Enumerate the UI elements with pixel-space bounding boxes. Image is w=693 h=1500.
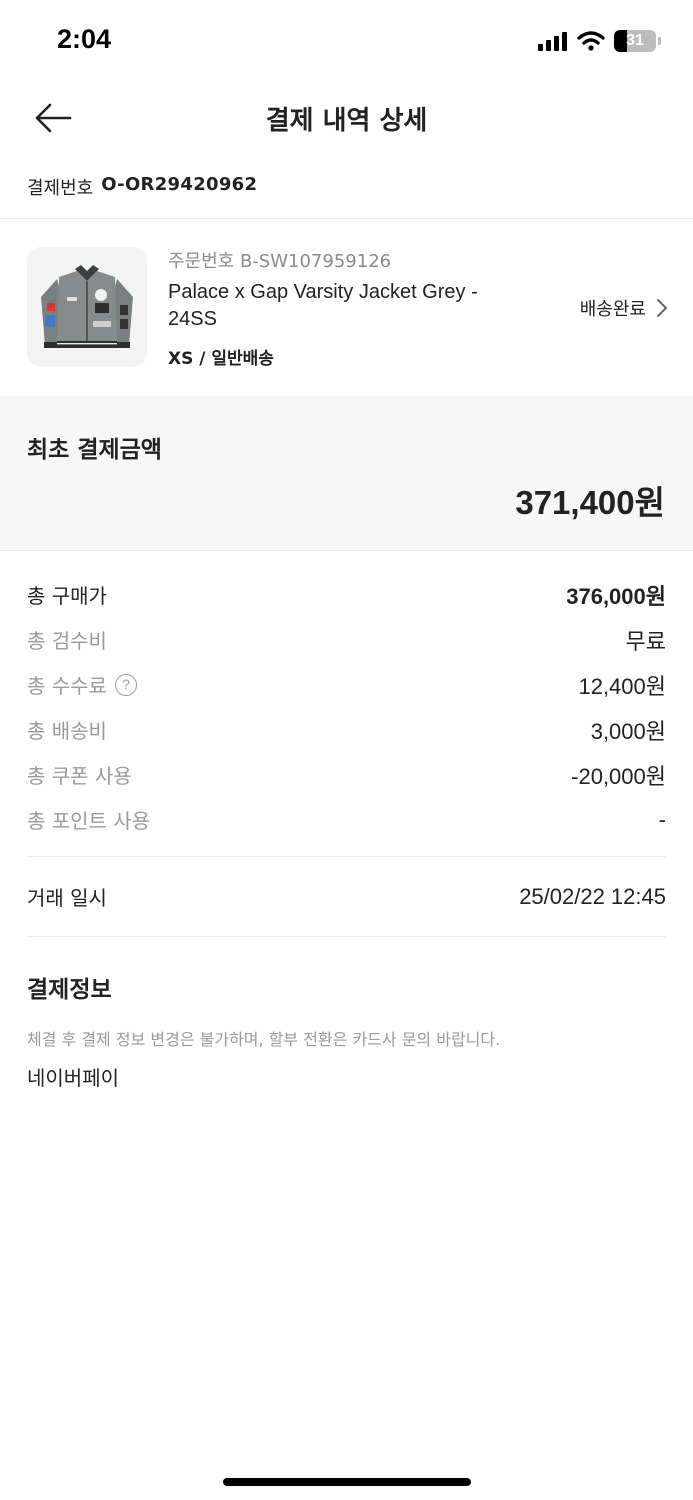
product-option: XS / 일반배송 <box>168 349 274 369</box>
breakdown-label: 총 검수비 <box>27 629 107 653</box>
divider <box>27 856 666 857</box>
help-icon[interactable]: ? <box>114 673 137 696</box>
breakdown-row-shipping: 총 배송비 3,000원 <box>27 707 666 752</box>
product-image <box>27 247 147 367</box>
trade-datetime-label: 거래 일시 <box>27 886 107 910</box>
breakdown-value: - <box>658 806 666 832</box>
status-time: 2:04 <box>57 24 112 54</box>
payment-info-notice: 체결 후 결제 정보 변경은 불가하며, 할부 전환은 카드사 문의 바랍니다. <box>27 1030 501 1049</box>
product-card[interactable]: 주문번호 B-SW107959126 Palace x Gap Varsity … <box>0 219 693 395</box>
chevron-right-icon <box>657 299 667 317</box>
payment-detail-screen: 2:04 31 결제 내역 상세 결제번호 O-OR29420962 주문번호 … <box>0 0 693 1500</box>
breakdown-row-inspection: 총 검수비 무료 <box>27 617 666 662</box>
payment-number-value: O-OR29420962 <box>101 174 258 195</box>
jacket-image <box>41 265 133 348</box>
breakdown-row-coupon: 총 쿠폰 사용 -20,000원 <box>27 752 666 797</box>
order-number: 주문번호 B-SW107959126 <box>168 251 392 272</box>
breakdown-row-fee: 총 수수료 ? 12,400원 <box>27 662 666 707</box>
breakdown-label: 총 수수료 <box>27 674 107 698</box>
breakdown-value: 3,000원 <box>590 718 666 744</box>
trade-datetime-value: 25/02/22 12:45 <box>519 883 666 909</box>
status-icons: 31 <box>538 30 661 52</box>
first-payment-amount: 371,400원 <box>515 484 665 521</box>
delivery-status-link[interactable]: 배송완료 <box>580 295 668 321</box>
breakdown-label: 총 구매가 <box>27 584 107 608</box>
breakdown-value: 376,000원 <box>566 583 666 609</box>
nav-header: 결제 내역 상세 <box>0 86 693 150</box>
breakdown-label-fee: 총 수수료 ? <box>27 670 137 699</box>
product-name: Palace x Gap Varsity Jacket Grey - 24SS <box>168 281 478 330</box>
payment-info-title: 결제정보 <box>27 977 112 1003</box>
status-bar: 2:04 31 <box>0 0 693 80</box>
signal-icon <box>538 32 567 51</box>
delivery-status-label: 배송완료 <box>579 299 646 320</box>
home-indicator[interactable] <box>223 1478 471 1486</box>
first-payment-section: 최초 결제금액 371,400원 <box>0 396 693 550</box>
battery-icon: 31 <box>614 30 656 52</box>
breakdown-value: 12,400원 <box>578 673 666 699</box>
page-title: 결제 내역 상세 <box>265 106 428 136</box>
wifi-icon <box>577 31 605 51</box>
breakdown-label: 총 쿠폰 사용 <box>27 764 132 788</box>
payment-number: 결제번호 O-OR29420962 <box>27 174 257 200</box>
payment-method: 네이버페이 <box>27 1066 119 1090</box>
breakdown-value: -20,000원 <box>571 763 666 789</box>
battery-cap <box>658 37 661 45</box>
first-payment-label: 최초 결제금액 <box>27 437 162 463</box>
payment-info-section: 결제정보 체결 후 결제 정보 변경은 불가하며, 할부 전환은 카드사 문의 … <box>27 970 666 1091</box>
breakdown-row-points: 총 포인트 사용 - <box>27 797 666 842</box>
payment-number-label: 결제번호 <box>27 178 94 199</box>
breakdown-label: 총 배송비 <box>27 719 107 743</box>
battery-level: 31 <box>626 32 644 49</box>
price-breakdown: 총 구매가 376,000원 총 검수비 무료 총 수수료 ? 12,400원 … <box>27 572 666 842</box>
trade-datetime-row: 거래 일시 25/02/22 12:45 <box>27 874 666 919</box>
divider <box>0 550 693 551</box>
breakdown-value: 무료 <box>625 628 666 654</box>
breakdown-row-purchase: 총 구매가 376,000원 <box>27 572 666 617</box>
divider <box>27 936 666 937</box>
breakdown-label: 총 포인트 사용 <box>27 809 151 833</box>
